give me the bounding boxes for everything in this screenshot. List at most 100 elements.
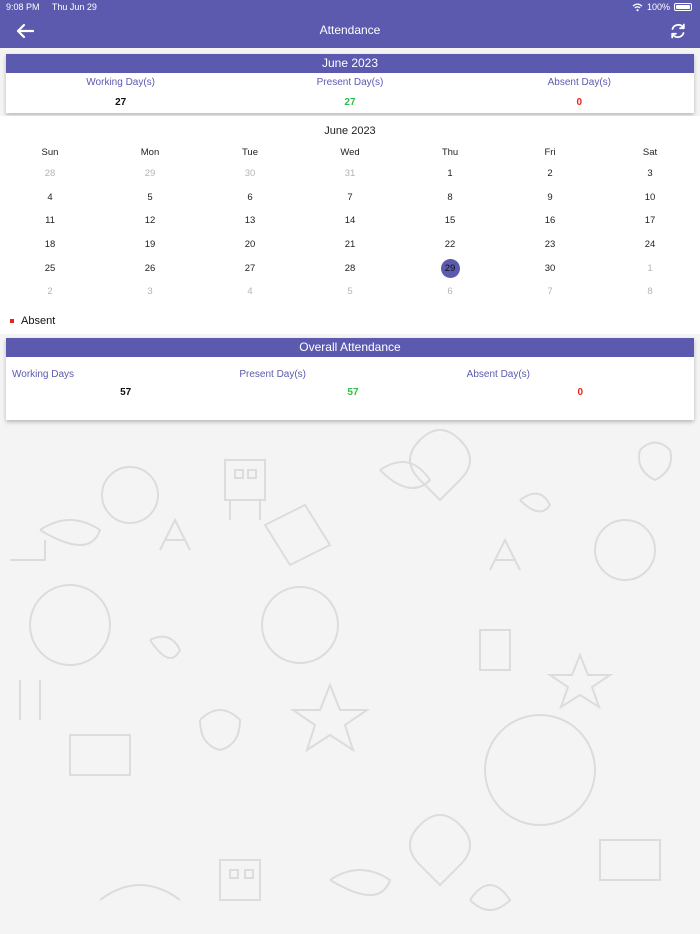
calendar-day[interactable]: 10 xyxy=(600,192,700,203)
calendar-day-number: 7 xyxy=(347,191,353,203)
overall-present-days-label: Present Day(s) xyxy=(239,369,307,380)
calendar-day[interactable]: 2 xyxy=(500,168,600,179)
calendar-day[interactable]: 30 xyxy=(200,168,300,179)
calendar-day[interactable]: 3 xyxy=(100,286,200,297)
status-date: Thu Jun 29 xyxy=(51,2,97,12)
weekday-header-row: Sun Mon Tue Wed Thu Fri Sat xyxy=(0,146,700,158)
overall-working-days: Working Days 57 xyxy=(12,357,239,398)
calendar-day-number: 5 xyxy=(347,286,353,298)
calendar-day[interactable]: 4 xyxy=(0,192,100,203)
calendar-day-number: 24 xyxy=(644,239,656,251)
calendar-day[interactable]: 11 xyxy=(0,215,100,226)
calendar-day[interactable]: 6 xyxy=(200,192,300,203)
calendar-day[interactable]: 13 xyxy=(200,215,300,226)
calendar-day[interactable]: 31 xyxy=(300,168,400,179)
calendar-day[interactable]: 5 xyxy=(300,286,400,297)
absent-legend-label: Absent xyxy=(21,315,56,327)
calendar-day[interactable]: 15 xyxy=(400,215,500,226)
weekday-wed: Wed xyxy=(340,146,360,158)
absent-days-value: 0 xyxy=(576,97,583,108)
refresh-icon[interactable] xyxy=(668,21,688,41)
calendar-day[interactable]: 7 xyxy=(500,286,600,297)
overall-absent-days-value: 0 xyxy=(577,387,584,398)
calendar-day-number: 2 xyxy=(47,286,53,298)
calendar-day-today[interactable]: 29 xyxy=(400,258,500,278)
calendar-day[interactable]: 4 xyxy=(200,286,300,297)
calendar-day[interactable]: 8 xyxy=(600,286,700,297)
overall-attendance-card: Overall Attendance Working Days 57 Prese… xyxy=(6,338,694,420)
calendar-day-number: 5 xyxy=(147,191,153,203)
overall-present-days: Present Day(s) 57 xyxy=(239,357,466,398)
overall-summary-row: Working Days 57 Present Day(s) 57 Absent… xyxy=(6,357,694,398)
calendar-day[interactable]: 5 xyxy=(100,192,200,203)
calendar-day[interactable]: 9 xyxy=(500,192,600,203)
calendar-day[interactable]: 18 xyxy=(0,239,100,250)
month-working-days: Working Day(s) 27 xyxy=(6,73,235,108)
calendar-day[interactable]: 21 xyxy=(300,239,400,250)
page-title: Attendance xyxy=(319,23,381,37)
weekday-sat: Sat xyxy=(642,146,658,158)
calendar-day-number: 29 xyxy=(440,258,460,278)
calendar-day[interactable]: 12 xyxy=(100,215,200,226)
calendar-day[interactable]: 26 xyxy=(100,263,200,274)
overall-absent-days-label: Absent Day(s) xyxy=(466,369,531,380)
calendar-day-number: 3 xyxy=(647,168,653,180)
calendar-day[interactable]: 25 xyxy=(0,263,100,274)
calendar-day[interactable]: 22 xyxy=(400,239,500,250)
calendar-day-number: 2 xyxy=(547,168,553,180)
calendar-day[interactable]: 28 xyxy=(0,168,100,179)
calendar-day[interactable]: 19 xyxy=(100,239,200,250)
calendar: June 2023 Sun Mon Tue Wed Thu Fri Sat 28… xyxy=(0,116,700,334)
calendar-day[interactable]: 1 xyxy=(400,168,500,179)
weekday-thu: Thu xyxy=(441,146,459,158)
overall-working-days-label: Working Days xyxy=(12,369,75,380)
calendar-day-number: 28 xyxy=(344,262,356,274)
calendar-day[interactable]: 1 xyxy=(600,263,700,274)
calendar-day-number: 8 xyxy=(447,191,453,203)
calendar-grid: Sun Mon Tue Wed Thu Fri Sat 28 29 30 31 1 2 3 4… xyxy=(0,146,700,304)
calendar-day[interactable]: 17 xyxy=(600,215,700,226)
working-days-value: 27 xyxy=(115,97,127,108)
calendar-day-number: 28 xyxy=(44,168,56,180)
top-app-bar: 9:08 PM Thu Jun 29 100% Attendance xyxy=(0,0,700,48)
battery-percent: 100% xyxy=(646,2,670,12)
calendar-day[interactable]: 8 xyxy=(400,192,500,203)
calendar-week-row: 11 12 13 14 15 16 17 xyxy=(0,209,700,233)
calendar-day-number: 8 xyxy=(647,286,653,298)
battery-icon xyxy=(674,3,692,11)
calendar-day[interactable]: 2 xyxy=(0,286,100,297)
working-days-label: Working Day(s) xyxy=(86,77,156,88)
calendar-day[interactable]: 24 xyxy=(600,239,700,250)
calendar-day[interactable]: 16 xyxy=(500,215,600,226)
month-summary-title: June 2023 xyxy=(6,54,694,73)
calendar-day-number: 15 xyxy=(444,215,456,227)
calendar-day-number: 17 xyxy=(644,215,656,227)
weekday-sun: Sun xyxy=(41,146,59,158)
calendar-day-number: 16 xyxy=(544,215,556,227)
month-summary-card: June 2023 Working Day(s) 27 Present Day(… xyxy=(6,54,694,113)
calendar-day-number: 30 xyxy=(244,168,256,180)
calendar-day[interactable]: 14 xyxy=(300,215,400,226)
calendar-day-number: 22 xyxy=(444,239,456,251)
calendar-day[interactable]: 30 xyxy=(500,263,600,274)
calendar-day[interactable]: 7 xyxy=(300,192,400,203)
calendar-day-number: 14 xyxy=(344,215,356,227)
calendar-day[interactable]: 3 xyxy=(600,168,700,179)
calendar-day-number: 31 xyxy=(344,168,356,180)
status-bar-right: 100% xyxy=(632,2,692,12)
calendar-day-number: 7 xyxy=(547,286,553,298)
calendar-day[interactable]: 28 xyxy=(300,263,400,274)
calendar-day-number: 3 xyxy=(147,286,153,298)
calendar-day[interactable]: 6 xyxy=(400,286,500,297)
calendar-day-number: 29 xyxy=(144,168,156,180)
calendar-day[interactable]: 29 xyxy=(100,168,200,179)
calendar-day[interactable]: 23 xyxy=(500,239,600,250)
calendar-day-number: 18 xyxy=(44,239,56,251)
calendar-day[interactable]: 27 xyxy=(200,263,300,274)
calendar-month-title: June 2023 xyxy=(324,125,376,137)
calendar-week-row: 25 26 27 28 29 30 1 xyxy=(0,256,700,280)
calendar-day-number: 12 xyxy=(144,215,156,227)
status-bar-left: 9:08 PM Thu Jun 29 xyxy=(6,2,107,12)
calendar-day[interactable]: 20 xyxy=(200,239,300,250)
present-days-value: 27 xyxy=(344,97,356,108)
